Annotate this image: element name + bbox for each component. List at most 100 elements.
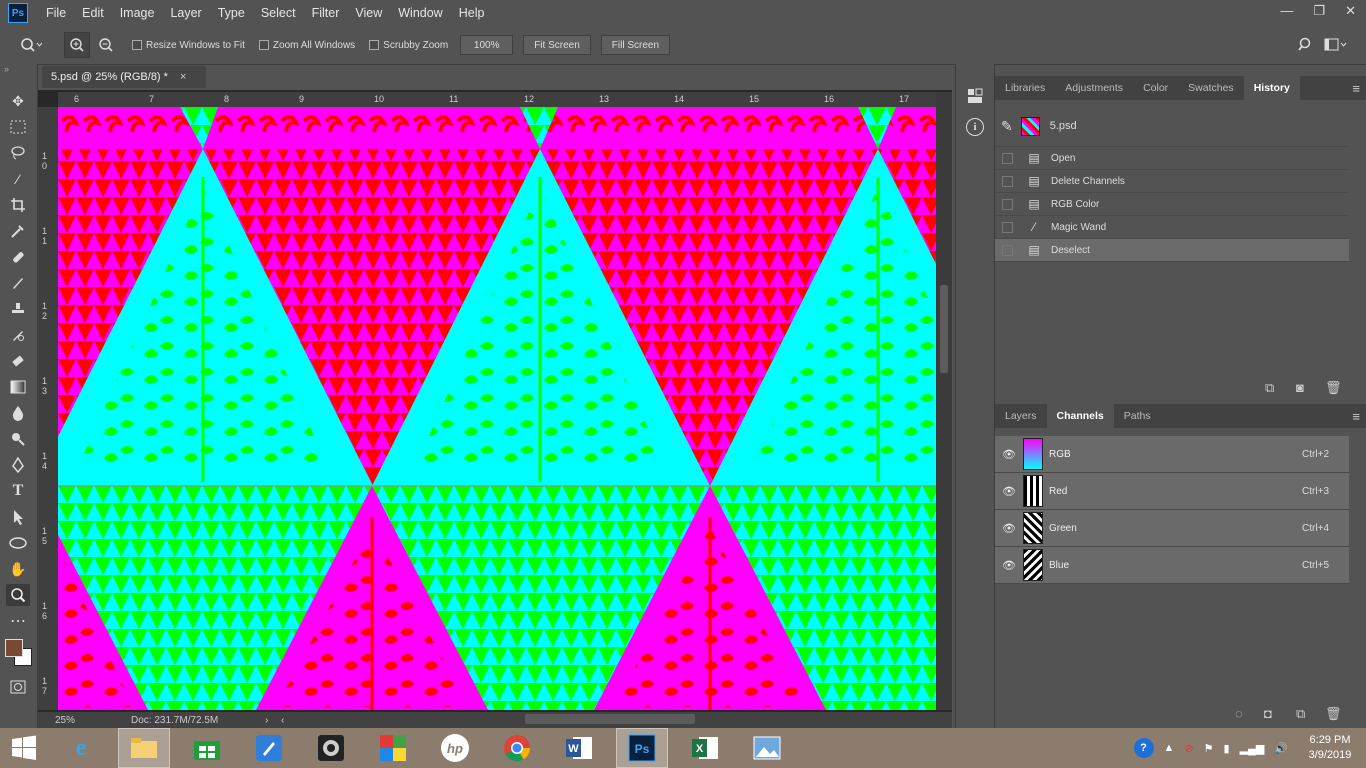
tab-libraries[interactable]: Libraries — [995, 76, 1055, 100]
channel-row-rgb[interactable]: 👁 RGB Ctrl+2 — [995, 436, 1349, 473]
panel-menu-icon[interactable]: ≡ — [1352, 76, 1360, 100]
blur-tool-icon[interactable] — [6, 402, 30, 424]
search-icon[interactable] — [1298, 37, 1314, 56]
collapse-icon[interactable]: » — [0, 64, 37, 86]
marquee-tool-icon[interactable] — [6, 116, 30, 138]
foreground-color-swatch[interactable] — [5, 639, 23, 657]
word-icon[interactable]: W — [554, 729, 604, 767]
close-document-icon[interactable]: × — [180, 71, 186, 83]
status-zoom[interactable]: 25% — [55, 715, 131, 726]
tab-adjustments[interactable]: Adjustments — [1055, 76, 1133, 100]
healing-brush-tool-icon[interactable] — [6, 246, 30, 268]
menu-layer[interactable]: Layer — [162, 6, 209, 20]
tab-layers[interactable]: Layers — [995, 404, 1047, 428]
tab-channels[interactable]: Channels — [1046, 404, 1114, 428]
horizontal-scroll-thumb[interactable] — [525, 714, 695, 724]
move-tool-icon[interactable]: ✥ — [6, 90, 30, 112]
zoom-level-field[interactable]: 100% — [460, 35, 514, 55]
zoom-out-icon[interactable] — [94, 33, 118, 57]
tab-color[interactable]: Color — [1133, 76, 1178, 100]
scroll-left-arrow-icon[interactable]: ‹ — [281, 715, 284, 726]
fill-screen-button[interactable]: Fill Screen — [600, 35, 671, 55]
document-canvas[interactable] — [33, 107, 1048, 710]
battery-icon[interactable]: ▮ — [1224, 742, 1230, 755]
signal-icon[interactable]: ▂▄▆ — [1240, 742, 1265, 755]
menu-type[interactable]: Type — [210, 6, 253, 20]
eraser-tool-icon[interactable] — [6, 350, 30, 372]
document-tab[interactable]: 5.psd @ 25% (RGB/8) * × — [42, 66, 206, 88]
visibility-eye-icon[interactable]: 👁 — [1002, 559, 1016, 572]
info-panel-icon[interactable]: i — [966, 118, 984, 136]
gradient-tool-icon[interactable] — [6, 376, 30, 398]
menu-filter[interactable]: Filter — [304, 6, 348, 20]
photos-app-icon[interactable] — [742, 729, 792, 767]
history-brush-tool-icon[interactable] — [6, 324, 30, 346]
color-swatches[interactable] — [0, 632, 37, 672]
tab-history[interactable]: History — [1243, 76, 1300, 100]
menu-help[interactable]: Help — [451, 6, 493, 20]
help-icon[interactable]: ? — [1133, 738, 1154, 758]
crop-tool-icon[interactable] — [6, 194, 30, 216]
menu-file[interactable]: File — [38, 6, 74, 20]
type-tool-icon[interactable]: T — [6, 480, 30, 502]
load-selection-icon[interactable]: ◌ — [1235, 706, 1243, 721]
more-tools-icon[interactable]: ⋯ — [6, 610, 30, 632]
trash-icon[interactable]: 🗑 — [1325, 380, 1342, 396]
tray-expand-icon[interactable]: ▲ — [1164, 742, 1175, 754]
scrubby-zoom-checkbox[interactable]: Scrubby Zoom — [369, 40, 448, 51]
camera-snapshot-icon[interactable]: ◙ — [1296, 380, 1304, 395]
quick-mask-icon[interactable] — [6, 676, 30, 698]
close-window-button[interactable]: ✕ — [1345, 3, 1356, 19]
tab-swatches[interactable]: Swatches — [1178, 76, 1244, 100]
hand-tool-icon[interactable]: ✋ — [6, 558, 30, 580]
start-button-icon[interactable] — [4, 729, 44, 767]
minimize-button[interactable]: — — [1280, 3, 1293, 19]
channel-row-green[interactable]: 👁 Green Ctrl+4 — [995, 510, 1349, 547]
history-step-selected[interactable]: ▤ Deselect — [995, 239, 1349, 262]
tab-paths[interactable]: Paths — [1114, 404, 1161, 428]
history-step[interactable]: ▤ RGB Color — [995, 193, 1349, 216]
internet-explorer-icon[interactable]: e — [56, 729, 106, 767]
file-explorer-icon[interactable] — [118, 728, 170, 768]
history-brush-source-icon[interactable]: ✎ — [1001, 118, 1013, 135]
new-document-from-state-icon[interactable]: ⧉ — [1265, 380, 1274, 396]
ellipse-tool-icon[interactable] — [6, 532, 30, 554]
workspace-icon[interactable] — [1324, 38, 1348, 55]
zoom-tool-icon[interactable] — [6, 584, 30, 606]
zoom-all-windows-checkbox[interactable]: Zoom All Windows — [258, 40, 355, 51]
save-selection-icon[interactable]: ◘ — [1264, 706, 1272, 721]
vertical-scroll-thumb[interactable] — [940, 285, 948, 373]
store-icon[interactable] — [182, 729, 232, 767]
channel-row-blue[interactable]: 👁 Blue Ctrl+5 — [995, 547, 1349, 584]
properties-panel-icon[interactable] — [967, 88, 983, 107]
webcam-app-icon[interactable] — [306, 729, 356, 767]
action-center-flag-icon[interactable]: ⚑ — [1204, 742, 1214, 755]
photoshop-taskbar-icon[interactable]: Ps — [616, 728, 668, 768]
visibility-eye-icon[interactable]: 👁 — [1002, 522, 1016, 535]
menu-window[interactable]: Window — [390, 6, 450, 20]
restore-button[interactable]: ❐ — [1313, 3, 1325, 19]
resize-windows-checkbox[interactable]: Resize Windows to Fit — [132, 40, 245, 51]
magic-wand-tool-icon[interactable]: ⁄ — [6, 168, 30, 190]
zoom-tool-preset-icon[interactable] — [20, 37, 50, 53]
history-snapshot[interactable]: ✎ 5.psd — [995, 106, 1349, 147]
dodge-tool-icon[interactable] — [6, 428, 30, 450]
hp-icon[interactable]: hp — [430, 729, 480, 767]
excel-icon[interactable]: X — [680, 729, 730, 767]
status-menu-arrow-icon[interactable]: › — [265, 715, 281, 726]
clock[interactable]: 6:29 PM 3/9/2019 — [1300, 733, 1360, 763]
chrome-icon[interactable] — [492, 729, 542, 767]
clone-stamp-tool-icon[interactable] — [6, 298, 30, 320]
menu-edit[interactable]: Edit — [74, 6, 112, 20]
brush-tool-icon[interactable] — [6, 272, 30, 294]
channel-row-red[interactable]: 👁 Red Ctrl+3 — [995, 473, 1349, 510]
network-disabled-icon[interactable]: ⊘ — [1184, 742, 1193, 755]
history-step[interactable]: ▤ Delete Channels — [995, 170, 1349, 193]
vertical-scrollbar[interactable] — [936, 92, 952, 710]
history-step[interactable]: ⁄ Magic Wand — [995, 216, 1349, 239]
menu-view[interactable]: View — [347, 6, 390, 20]
history-step[interactable]: ▤ Open — [995, 147, 1349, 170]
menu-image[interactable]: Image — [112, 6, 163, 20]
fit-screen-button[interactable]: Fit Screen — [523, 35, 591, 55]
trash-icon[interactable]: 🗑 — [1325, 706, 1342, 722]
